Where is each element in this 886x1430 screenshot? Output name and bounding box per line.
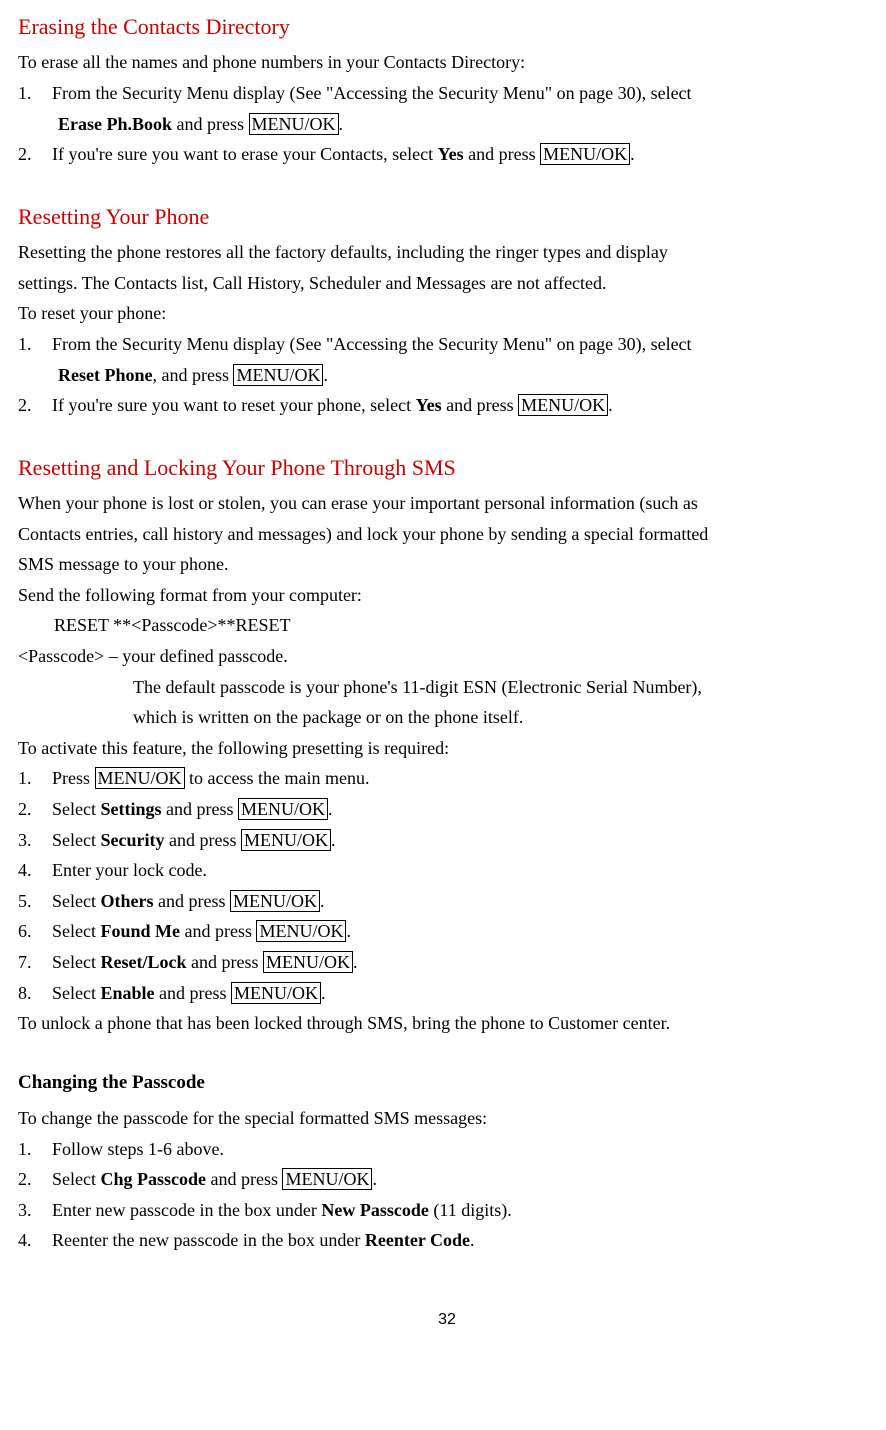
- item-continuation: Reset Phone, and press MENU/OK.: [58, 360, 876, 391]
- list-change-passcode: 1. Follow steps 1-6 above. 2. Select Chg…: [18, 1134, 876, 1256]
- item-number: 2.: [18, 390, 52, 421]
- passcode-note: The default passcode is your phone's 11-…: [133, 672, 876, 703]
- sms-format: RESET **<Passcode>**RESET: [18, 610, 876, 641]
- item-text: Select Found Me and press MENU/OK.: [52, 916, 876, 947]
- item-number: 5.: [18, 886, 52, 917]
- list-item: 3. Select Security and press MENU/OK.: [18, 825, 876, 856]
- item-text: Select Enable and press MENU/OK.: [52, 978, 876, 1009]
- item-text: Select Chg Passcode and press MENU/OK.: [52, 1164, 876, 1195]
- key-label: MENU/OK: [256, 920, 346, 942]
- item-text: Reenter the new passcode in the box unde…: [52, 1225, 876, 1256]
- bold-text: Others: [100, 891, 153, 911]
- item-number: 7.: [18, 947, 52, 978]
- list-item: 6. Select Found Me and press MENU/OK.: [18, 916, 876, 947]
- passcode-note: which is written on the package or on th…: [133, 702, 876, 733]
- send-format-label: Send the following format from your comp…: [18, 580, 876, 611]
- item-text: Press MENU/OK to access the main menu.: [52, 763, 876, 794]
- list-activate: 1. Press MENU/OK to access the main menu…: [18, 763, 876, 1008]
- heading-resetting-locking-sms: Resetting and Locking Your Phone Through…: [18, 449, 876, 486]
- list-erase: 1. From the Security Menu display (See "…: [18, 78, 876, 170]
- bold-text: Yes: [416, 395, 442, 415]
- item-number: 2.: [18, 1164, 52, 1195]
- bold-text: Security: [100, 830, 164, 850]
- intro-text: settings. The Contacts list, Call Histor…: [18, 268, 876, 299]
- item-number: 3.: [18, 1195, 52, 1226]
- key-label: MENU/OK: [238, 798, 328, 820]
- list-item: 2. If you're sure you want to reset your…: [18, 390, 876, 421]
- item-number: 1.: [18, 78, 52, 109]
- list-item: 4. Reenter the new passcode in the box u…: [18, 1225, 876, 1256]
- heading-erasing-contacts: Erasing the Contacts Directory: [18, 8, 876, 45]
- bold-text: Chg Passcode: [100, 1169, 206, 1189]
- item-number: 1.: [18, 1134, 52, 1165]
- key-label: MENU/OK: [263, 951, 353, 973]
- item-text: If you're sure you want to reset your ph…: [52, 390, 876, 421]
- item-text: Select Settings and press MENU/OK.: [52, 794, 876, 825]
- page-number: 32: [18, 1306, 876, 1333]
- key-label: MENU/OK: [230, 890, 320, 912]
- bold-text: Yes: [438, 144, 464, 164]
- item-number: 3.: [18, 825, 52, 856]
- list-item: 1. Press MENU/OK to access the main menu…: [18, 763, 876, 794]
- item-text: Follow steps 1-6 above.: [52, 1134, 876, 1165]
- bold-text: Reset Phone: [58, 365, 152, 385]
- unlock-note: To unlock a phone that has been locked t…: [18, 1008, 876, 1039]
- item-text: Enter your lock code.: [52, 855, 876, 886]
- item-text: Select Reset/Lock and press MENU/OK.: [52, 947, 876, 978]
- heading-resetting-phone: Resetting Your Phone: [18, 198, 876, 235]
- item-number: 6.: [18, 916, 52, 947]
- item-text: Select Security and press MENU/OK.: [52, 825, 876, 856]
- item-number: 4.: [18, 1225, 52, 1256]
- key-label: MENU/OK: [231, 982, 321, 1004]
- bold-text: Found Me: [100, 921, 180, 941]
- key-label: MENU/OK: [282, 1168, 372, 1190]
- item-text: If you're sure you want to erase your Co…: [52, 139, 876, 170]
- intro-text: To erase all the names and phone numbers…: [18, 47, 876, 78]
- item-text: Select Others and press MENU/OK.: [52, 886, 876, 917]
- item-number: 1.: [18, 763, 52, 794]
- intro-text: Contacts entries, call history and messa…: [18, 519, 876, 550]
- activate-label: To activate this feature, the following …: [18, 733, 876, 764]
- intro-text: Resetting the phone restores all the fac…: [18, 237, 876, 268]
- item-text: Enter new passcode in the box under New …: [52, 1195, 876, 1226]
- key-label: MENU/OK: [518, 394, 608, 416]
- list-item: 1. Follow steps 1-6 above.: [18, 1134, 876, 1165]
- list-item: 2. If you're sure you want to erase your…: [18, 139, 876, 170]
- key-label: MENU/OK: [249, 113, 339, 135]
- item-text: From the Security Menu display (See "Acc…: [52, 78, 876, 109]
- intro-text: When your phone is lost or stolen, you c…: [18, 488, 876, 519]
- list-reset: 1. From the Security Menu display (See "…: [18, 329, 876, 421]
- list-item: 7. Select Reset/Lock and press MENU/OK.: [18, 947, 876, 978]
- list-item: 3. Enter new passcode in the box under N…: [18, 1195, 876, 1226]
- item-number: 2.: [18, 139, 52, 170]
- passcode-definition: <Passcode> – your defined passcode.: [18, 641, 876, 672]
- list-item: 8. Select Enable and press MENU/OK.: [18, 978, 876, 1009]
- key-label: MENU/OK: [241, 829, 331, 851]
- bold-text: New Passcode: [321, 1200, 428, 1220]
- item-continuation: Erase Ph.Book and press MENU/OK.: [58, 109, 876, 140]
- bold-text: Reset/Lock: [100, 952, 186, 972]
- item-number: 4.: [18, 855, 52, 886]
- item-text: From the Security Menu display (See "Acc…: [52, 329, 876, 360]
- intro-text: SMS message to your phone.: [18, 549, 876, 580]
- item-number: 8.: [18, 978, 52, 1009]
- intro-text: To reset your phone:: [18, 298, 876, 329]
- list-item: 4. Enter your lock code.: [18, 855, 876, 886]
- list-item: 2. Select Chg Passcode and press MENU/OK…: [18, 1164, 876, 1195]
- heading-changing-passcode: Changing the Passcode: [18, 1067, 876, 1099]
- list-item: 1. From the Security Menu display (See "…: [18, 329, 876, 360]
- list-item: 2. Select Settings and press MENU/OK.: [18, 794, 876, 825]
- item-number: 1.: [18, 329, 52, 360]
- list-item: 5. Select Others and press MENU/OK.: [18, 886, 876, 917]
- list-item: 1. From the Security Menu display (See "…: [18, 78, 876, 109]
- bold-text: Reenter Code: [365, 1230, 470, 1250]
- bold-text: Erase Ph.Book: [58, 114, 172, 134]
- key-label: MENU/OK: [233, 364, 323, 386]
- item-number: 2.: [18, 794, 52, 825]
- bold-text: Enable: [100, 983, 154, 1003]
- intro-text: To change the passcode for the special f…: [18, 1103, 876, 1134]
- bold-text: Settings: [100, 799, 161, 819]
- key-label: MENU/OK: [540, 143, 630, 165]
- key-label: MENU/OK: [95, 767, 185, 789]
